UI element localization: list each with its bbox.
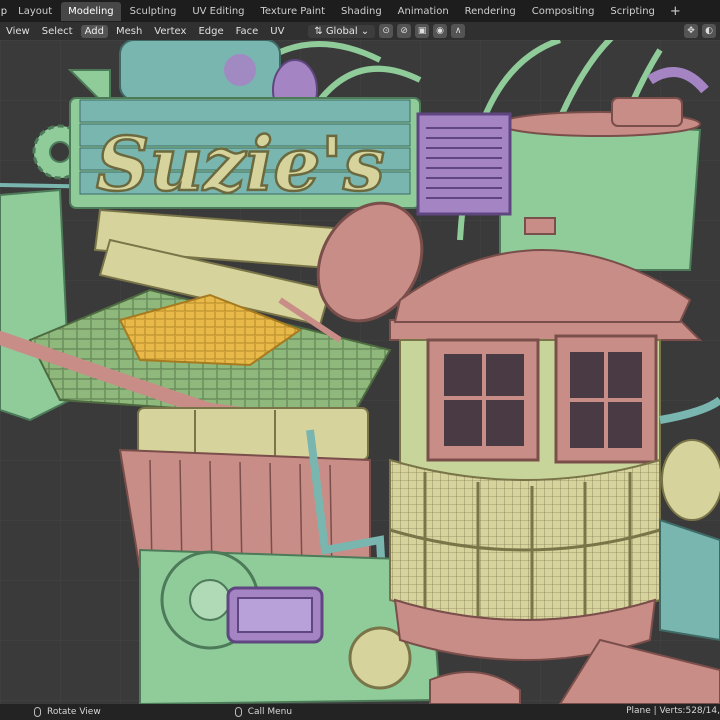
call-menu-label: Call Menu (247, 707, 293, 717)
workspace-bar: lp Layout Modeling Sculpting UV Editing … (0, 0, 720, 22)
tab-animation[interactable]: Animation (391, 2, 456, 21)
rotate-view-label: Rotate View (47, 707, 101, 717)
scene-render: Suzie's (0, 40, 720, 704)
select-menu[interactable]: Select (36, 26, 79, 37)
3d-viewport[interactable]: Suzie's (0, 40, 720, 704)
gizmo-toggle-icon[interactable]: ✥ (684, 24, 698, 38)
uv-menu[interactable]: UV (264, 26, 290, 37)
edge-menu[interactable]: Edge (192, 26, 229, 37)
overlay-toggle-icon[interactable]: ◐ (702, 24, 716, 38)
tab-rendering[interactable]: Rendering (458, 2, 523, 21)
louver-panel (416, 112, 512, 216)
orientation-label: Global (325, 25, 358, 37)
face-menu[interactable]: Face (230, 26, 265, 37)
add-menu[interactable]: Add (80, 24, 108, 38)
snap-target-icon[interactable]: ▣ (415, 24, 430, 38)
tab-shading[interactable]: Shading (334, 2, 389, 21)
vertex-menu[interactable]: Vertex (148, 26, 192, 37)
tab-modeling[interactable]: Modeling (61, 1, 121, 21)
tab-uv-editing[interactable]: UV Editing (185, 2, 251, 21)
rotate-view-hint: Rotate View (34, 707, 101, 717)
tab-layout[interactable]: Layout (11, 2, 59, 21)
tab-compositing[interactable]: Compositing (525, 2, 602, 21)
tab-texture-paint[interactable]: Texture Paint (254, 2, 333, 21)
sign-lettering: Suzie's (96, 122, 385, 208)
viewport-header: View Select Add Mesh Vertex Edge Face UV… (0, 22, 720, 40)
tab-sculpting[interactable]: Sculpting (123, 2, 184, 21)
tab-scripting[interactable]: Scripting (603, 2, 661, 21)
view-menu[interactable]: View (0, 26, 36, 37)
sign-board: Suzie's (69, 97, 421, 209)
transform-controls: ⇅ Global ⌄ ⊙ ⊘ ▣ ◉ ∧ (308, 24, 466, 38)
tower-building (389, 217, 703, 661)
scene-stats: Plane | Verts:528/14, (626, 706, 720, 716)
pivot-point-icon[interactable]: ⊙ (379, 24, 394, 38)
chevron-down-icon: ⌄ (360, 25, 370, 37)
proportional-edit-icon[interactable]: ◉ (433, 24, 448, 38)
viewport-right-icons: ✥ ◐ (684, 24, 716, 38)
call-menu-hint: Call Menu (234, 707, 293, 717)
status-bar: Rotate View Call Menu Plane | Verts:528/… (0, 704, 720, 720)
mesh-menu[interactable]: Mesh (110, 26, 148, 37)
add-workspace-button[interactable]: + (664, 4, 687, 19)
mouse-middle-icon (34, 707, 41, 717)
falloff-icon[interactable]: ∧ (451, 24, 466, 38)
snap-icon[interactable]: ⊘ (397, 24, 412, 38)
orientation-dropdown[interactable]: ⇅ Global ⌄ (308, 24, 376, 38)
mouse-right-icon (234, 707, 242, 717)
transform-orientation-icon: ⇅ (314, 25, 323, 37)
help-menu-fragment[interactable]: lp (0, 6, 11, 17)
